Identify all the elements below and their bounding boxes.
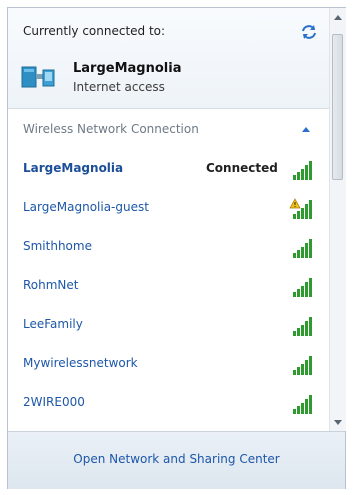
signal-strength-icon (293, 317, 312, 336)
network-name: Smithhome (23, 239, 92, 253)
network-computer-icon (21, 66, 55, 88)
open-network-sharing-center-link[interactable]: Open Network and Sharing Center (8, 452, 345, 466)
network-name: 2WIRE000 (23, 395, 85, 409)
connection-header: Currently connected to: LargeMagnolia In… (8, 8, 329, 109)
network-name: RohmNet (23, 278, 79, 292)
scroll-up-arrow-icon[interactable] (334, 14, 342, 20)
network-item-2wire000[interactable]: 2WIRE000 (8, 387, 329, 423)
network-item-rohmnet[interactable]: RohmNet (8, 270, 329, 306)
collapse-arrow-icon[interactable] (301, 125, 311, 133)
network-item-mywirelessnetwork[interactable]: Mywirelessnetwork (8, 348, 329, 384)
network-name: LargeMagnolia-guest (23, 200, 149, 214)
scroll-down-arrow-icon[interactable] (334, 420, 342, 426)
signal-strength-icon (293, 239, 312, 258)
signal-strength-icon (293, 278, 312, 297)
connected-network-name: LargeMagnolia (73, 61, 182, 76)
network-item-smithhome[interactable]: Smithhome (8, 231, 329, 267)
network-item-largemagnolia[interactable]: LargeMagnolia Connected (8, 153, 329, 189)
network-flyout: Currently connected to: LargeMagnolia In… (7, 7, 346, 489)
currently-connected-label: Currently connected to: (23, 24, 166, 38)
footer-bar: Open Network and Sharing Center (8, 431, 345, 489)
network-state: Connected (206, 161, 278, 175)
connected-network-status: Internet access (73, 80, 165, 94)
network-item-largemagnolia-guest[interactable]: LargeMagnolia-guest (8, 192, 329, 228)
network-name: LeeFamily (23, 317, 83, 331)
network-name: LargeMagnolia (23, 161, 124, 175)
signal-strength-icon (293, 161, 312, 180)
unsecured-signal-icon (289, 198, 312, 219)
refresh-icon[interactable] (300, 24, 318, 40)
signal-strength-icon (293, 356, 312, 375)
signal-strength-icon (293, 395, 312, 414)
network-name: Mywirelessnetwork (23, 356, 138, 370)
network-item-leefamily[interactable]: LeeFamily (8, 309, 329, 345)
group-title: Wireless Network Connection (23, 122, 199, 136)
scrollbar-thumb[interactable] (332, 34, 343, 180)
vertical-scrollbar[interactable] (329, 8, 346, 431)
